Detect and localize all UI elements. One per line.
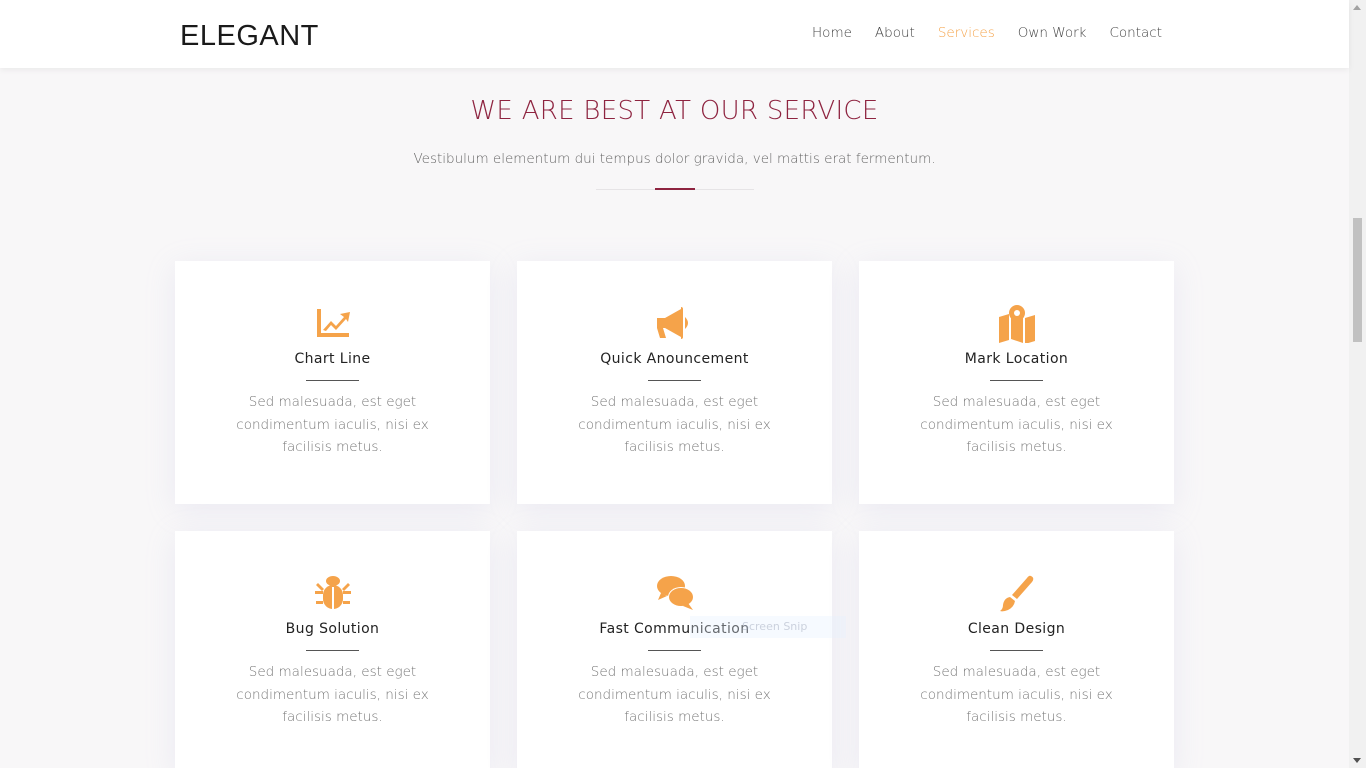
scroll-down-icon[interactable]: [1353, 758, 1361, 763]
card-description: Sed malesuada, est eget condimentum iacu…: [578, 664, 771, 725]
page-scrollbar[interactable]: [1349, 0, 1366, 768]
card-description: Sed malesuada, est eget condimentum iacu…: [236, 394, 429, 455]
service-card-quick-anouncement: Quick Anouncement Sed malesuada, est ege…: [517, 261, 832, 504]
site-logo[interactable]: ELEGANT: [180, 20, 319, 53]
main-nav: Home About Services Own Work Contact: [789, 25, 1162, 41]
section-subtitle: Vestibulum elementum dui tempus dolor gr…: [413, 151, 936, 167]
card-divider: [306, 380, 359, 381]
service-card-clean-design: Clean Design Sed malesuada, est eget con…: [859, 531, 1174, 768]
scroll-thumb[interactable]: [1353, 218, 1362, 342]
card-description: Sed malesuada, est eget condimentum iacu…: [578, 394, 771, 455]
screen-snip-overlay[interactable]: Screen Snip: [690, 616, 846, 638]
scroll-up-icon[interactable]: [1353, 5, 1361, 10]
site-header: ELEGANT Home About Services Own Work Con…: [0, 0, 1349, 68]
service-card-bug-solution: Bug Solution Sed malesuada, est eget con…: [175, 531, 490, 768]
card-divider: [990, 380, 1043, 381]
section-divider-accent: [655, 188, 695, 190]
card-title: Quick Anouncement: [600, 351, 749, 367]
chat-bubbles-icon: [517, 573, 832, 613]
nav-contact[interactable]: Contact: [1109, 25, 1162, 41]
section-title: WE ARE BEST AT OUR SERVICE: [470, 96, 879, 126]
nav-own-work[interactable]: Own Work: [1018, 25, 1087, 41]
service-card-fast-communication: Fast Communication Sed malesuada, est eg…: [517, 531, 832, 768]
card-title: Clean Design: [967, 621, 1066, 637]
paint-brush-icon: [859, 573, 1174, 613]
card-divider: [990, 650, 1043, 651]
card-divider: [306, 650, 359, 651]
service-card-chart-line: Chart Line Sed malesuada, est eget condi…: [175, 261, 490, 504]
chart-line-icon: [175, 303, 490, 343]
card-title: Bug Solution: [285, 621, 380, 637]
card-description: Sed malesuada, est eget condimentum iacu…: [920, 664, 1113, 725]
card-divider: [648, 380, 701, 381]
nav-services[interactable]: Services: [938, 25, 995, 41]
bug-icon: [175, 573, 490, 613]
map-marker-icon: [859, 303, 1174, 343]
megaphone-icon: [517, 303, 832, 343]
card-divider: [648, 650, 701, 651]
card-description: Sed malesuada, est eget condimentum iacu…: [236, 664, 429, 725]
service-card-mark-location: Mark Location Sed malesuada, est eget co…: [859, 261, 1174, 504]
nav-home[interactable]: Home: [812, 25, 852, 41]
card-description: Sed malesuada, est eget condimentum iacu…: [920, 394, 1113, 455]
nav-about[interactable]: About: [875, 25, 915, 41]
card-title: Chart Line: [294, 351, 371, 367]
card-title: Mark Location: [964, 351, 1069, 367]
